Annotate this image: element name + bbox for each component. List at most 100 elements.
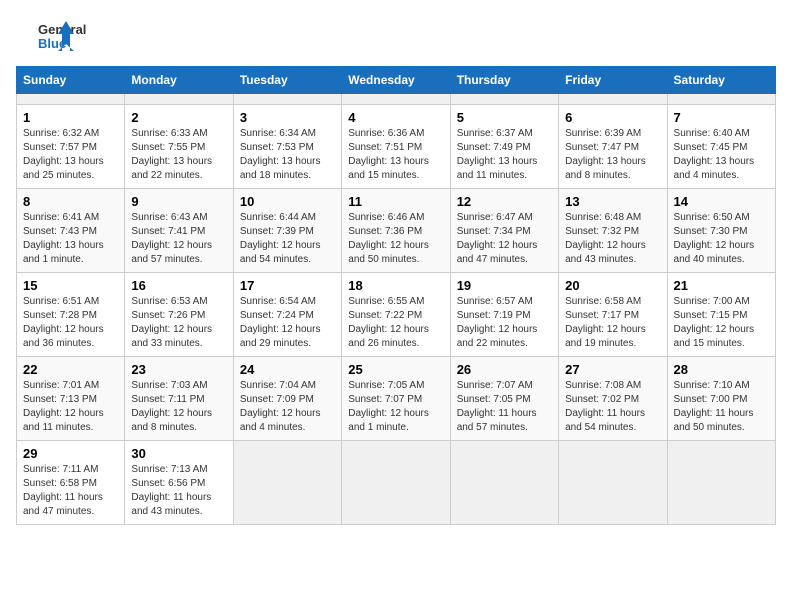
day-number: 11 bbox=[348, 194, 443, 209]
day-number: 16 bbox=[131, 278, 226, 293]
day-number: 5 bbox=[457, 110, 552, 125]
day-info: Sunrise: 6:32 AMSunset: 7:57 PMDaylight:… bbox=[23, 128, 104, 181]
col-header-saturday: Saturday bbox=[667, 67, 775, 94]
day-number: 14 bbox=[674, 194, 769, 209]
calendar-cell: 20 Sunrise: 6:58 AMSunset: 7:17 PMDaylig… bbox=[559, 273, 667, 357]
col-header-friday: Friday bbox=[559, 67, 667, 94]
calendar-cell bbox=[667, 94, 775, 105]
day-info: Sunrise: 6:37 AMSunset: 7:49 PMDaylight:… bbox=[457, 128, 538, 181]
calendar-cell bbox=[342, 94, 450, 105]
calendar-cell: 7 Sunrise: 6:40 AMSunset: 7:45 PMDayligh… bbox=[667, 105, 775, 189]
day-number: 29 bbox=[23, 446, 118, 461]
day-info: Sunrise: 7:08 AMSunset: 7:02 PMDaylight:… bbox=[565, 380, 645, 433]
day-info: Sunrise: 7:10 AMSunset: 7:00 PMDaylight:… bbox=[674, 380, 754, 433]
calendar-cell bbox=[125, 94, 233, 105]
calendar-cell: 26 Sunrise: 7:07 AMSunset: 7:05 PMDaylig… bbox=[450, 357, 558, 441]
day-number: 7 bbox=[674, 110, 769, 125]
calendar-cell: 14 Sunrise: 6:50 AMSunset: 7:30 PMDaylig… bbox=[667, 189, 775, 273]
day-info: Sunrise: 6:36 AMSunset: 7:51 PMDaylight:… bbox=[348, 128, 429, 181]
day-info: Sunrise: 7:13 AMSunset: 6:56 PMDaylight:… bbox=[131, 464, 211, 517]
calendar-week-3: 15 Sunrise: 6:51 AMSunset: 7:28 PMDaylig… bbox=[17, 273, 776, 357]
day-number: 25 bbox=[348, 362, 443, 377]
calendar-cell bbox=[559, 441, 667, 525]
day-info: Sunrise: 6:43 AMSunset: 7:41 PMDaylight:… bbox=[131, 212, 212, 265]
day-number: 27 bbox=[565, 362, 660, 377]
calendar-cell bbox=[342, 441, 450, 525]
calendar-cell: 28 Sunrise: 7:10 AMSunset: 7:00 PMDaylig… bbox=[667, 357, 775, 441]
calendar-cell: 30 Sunrise: 7:13 AMSunset: 6:56 PMDaylig… bbox=[125, 441, 233, 525]
calendar-cell bbox=[17, 94, 125, 105]
day-number: 24 bbox=[240, 362, 335, 377]
page-header: General Blue bbox=[16, 16, 776, 56]
day-number: 8 bbox=[23, 194, 118, 209]
day-info: Sunrise: 6:50 AMSunset: 7:30 PMDaylight:… bbox=[674, 212, 755, 265]
col-header-monday: Monday bbox=[125, 67, 233, 94]
header-row: SundayMondayTuesdayWednesdayThursdayFrid… bbox=[17, 67, 776, 94]
calendar-cell bbox=[667, 441, 775, 525]
day-info: Sunrise: 6:41 AMSunset: 7:43 PMDaylight:… bbox=[23, 212, 104, 265]
calendar-cell: 11 Sunrise: 6:46 AMSunset: 7:36 PMDaylig… bbox=[342, 189, 450, 273]
calendar-cell: 4 Sunrise: 6:36 AMSunset: 7:51 PMDayligh… bbox=[342, 105, 450, 189]
logo-icon: General Blue bbox=[16, 16, 96, 56]
calendar-cell: 23 Sunrise: 7:03 AMSunset: 7:11 PMDaylig… bbox=[125, 357, 233, 441]
day-number: 28 bbox=[674, 362, 769, 377]
calendar-cell: 24 Sunrise: 7:04 AMSunset: 7:09 PMDaylig… bbox=[233, 357, 341, 441]
calendar-cell: 21 Sunrise: 7:00 AMSunset: 7:15 PMDaylig… bbox=[667, 273, 775, 357]
calendar-cell: 5 Sunrise: 6:37 AMSunset: 7:49 PMDayligh… bbox=[450, 105, 558, 189]
calendar-cell: 22 Sunrise: 7:01 AMSunset: 7:13 PMDaylig… bbox=[17, 357, 125, 441]
day-number: 18 bbox=[348, 278, 443, 293]
day-info: Sunrise: 6:39 AMSunset: 7:47 PMDaylight:… bbox=[565, 128, 646, 181]
day-number: 30 bbox=[131, 446, 226, 461]
day-number: 20 bbox=[565, 278, 660, 293]
calendar-cell: 9 Sunrise: 6:43 AMSunset: 7:41 PMDayligh… bbox=[125, 189, 233, 273]
day-number: 15 bbox=[23, 278, 118, 293]
calendar-cell: 29 Sunrise: 7:11 AMSunset: 6:58 PMDaylig… bbox=[17, 441, 125, 525]
day-number: 2 bbox=[131, 110, 226, 125]
calendar-table: SundayMondayTuesdayWednesdayThursdayFrid… bbox=[16, 66, 776, 525]
calendar-cell: 6 Sunrise: 6:39 AMSunset: 7:47 PMDayligh… bbox=[559, 105, 667, 189]
day-info: Sunrise: 6:58 AMSunset: 7:17 PMDaylight:… bbox=[565, 296, 646, 349]
day-info: Sunrise: 6:48 AMSunset: 7:32 PMDaylight:… bbox=[565, 212, 646, 265]
col-header-thursday: Thursday bbox=[450, 67, 558, 94]
calendar-cell bbox=[450, 94, 558, 105]
calendar-cell: 17 Sunrise: 6:54 AMSunset: 7:24 PMDaylig… bbox=[233, 273, 341, 357]
day-number: 4 bbox=[348, 110, 443, 125]
day-number: 17 bbox=[240, 278, 335, 293]
calendar-cell: 15 Sunrise: 6:51 AMSunset: 7:28 PMDaylig… bbox=[17, 273, 125, 357]
day-number: 21 bbox=[674, 278, 769, 293]
calendar-cell: 25 Sunrise: 7:05 AMSunset: 7:07 PMDaylig… bbox=[342, 357, 450, 441]
day-info: Sunrise: 6:47 AMSunset: 7:34 PMDaylight:… bbox=[457, 212, 538, 265]
day-info: Sunrise: 7:03 AMSunset: 7:11 PMDaylight:… bbox=[131, 380, 212, 433]
day-number: 3 bbox=[240, 110, 335, 125]
day-number: 22 bbox=[23, 362, 118, 377]
day-info: Sunrise: 6:53 AMSunset: 7:26 PMDaylight:… bbox=[131, 296, 212, 349]
day-info: Sunrise: 6:54 AMSunset: 7:24 PMDaylight:… bbox=[240, 296, 321, 349]
calendar-week-5: 29 Sunrise: 7:11 AMSunset: 6:58 PMDaylig… bbox=[17, 441, 776, 525]
calendar-cell: 12 Sunrise: 6:47 AMSunset: 7:34 PMDaylig… bbox=[450, 189, 558, 273]
day-info: Sunrise: 6:40 AMSunset: 7:45 PMDaylight:… bbox=[674, 128, 755, 181]
day-number: 1 bbox=[23, 110, 118, 125]
col-header-sunday: Sunday bbox=[17, 67, 125, 94]
day-info: Sunrise: 6:33 AMSunset: 7:55 PMDaylight:… bbox=[131, 128, 212, 181]
day-info: Sunrise: 7:05 AMSunset: 7:07 PMDaylight:… bbox=[348, 380, 429, 433]
calendar-cell: 27 Sunrise: 7:08 AMSunset: 7:02 PMDaylig… bbox=[559, 357, 667, 441]
logo: General Blue bbox=[16, 16, 96, 56]
day-info: Sunrise: 6:44 AMSunset: 7:39 PMDaylight:… bbox=[240, 212, 321, 265]
calendar-cell: 1 Sunrise: 6:32 AMSunset: 7:57 PMDayligh… bbox=[17, 105, 125, 189]
day-info: Sunrise: 6:51 AMSunset: 7:28 PMDaylight:… bbox=[23, 296, 104, 349]
calendar-cell: 13 Sunrise: 6:48 AMSunset: 7:32 PMDaylig… bbox=[559, 189, 667, 273]
calendar-cell bbox=[233, 94, 341, 105]
calendar-cell: 10 Sunrise: 6:44 AMSunset: 7:39 PMDaylig… bbox=[233, 189, 341, 273]
day-info: Sunrise: 7:07 AMSunset: 7:05 PMDaylight:… bbox=[457, 380, 537, 433]
day-info: Sunrise: 7:04 AMSunset: 7:09 PMDaylight:… bbox=[240, 380, 321, 433]
day-number: 9 bbox=[131, 194, 226, 209]
day-number: 13 bbox=[565, 194, 660, 209]
day-number: 6 bbox=[565, 110, 660, 125]
day-number: 19 bbox=[457, 278, 552, 293]
calendar-cell: 2 Sunrise: 6:33 AMSunset: 7:55 PMDayligh… bbox=[125, 105, 233, 189]
day-info: Sunrise: 7:01 AMSunset: 7:13 PMDaylight:… bbox=[23, 380, 104, 433]
calendar-week-2: 8 Sunrise: 6:41 AMSunset: 7:43 PMDayligh… bbox=[17, 189, 776, 273]
day-info: Sunrise: 7:11 AMSunset: 6:58 PMDaylight:… bbox=[23, 464, 103, 517]
day-info: Sunrise: 6:34 AMSunset: 7:53 PMDaylight:… bbox=[240, 128, 321, 181]
calendar-cell bbox=[450, 441, 558, 525]
